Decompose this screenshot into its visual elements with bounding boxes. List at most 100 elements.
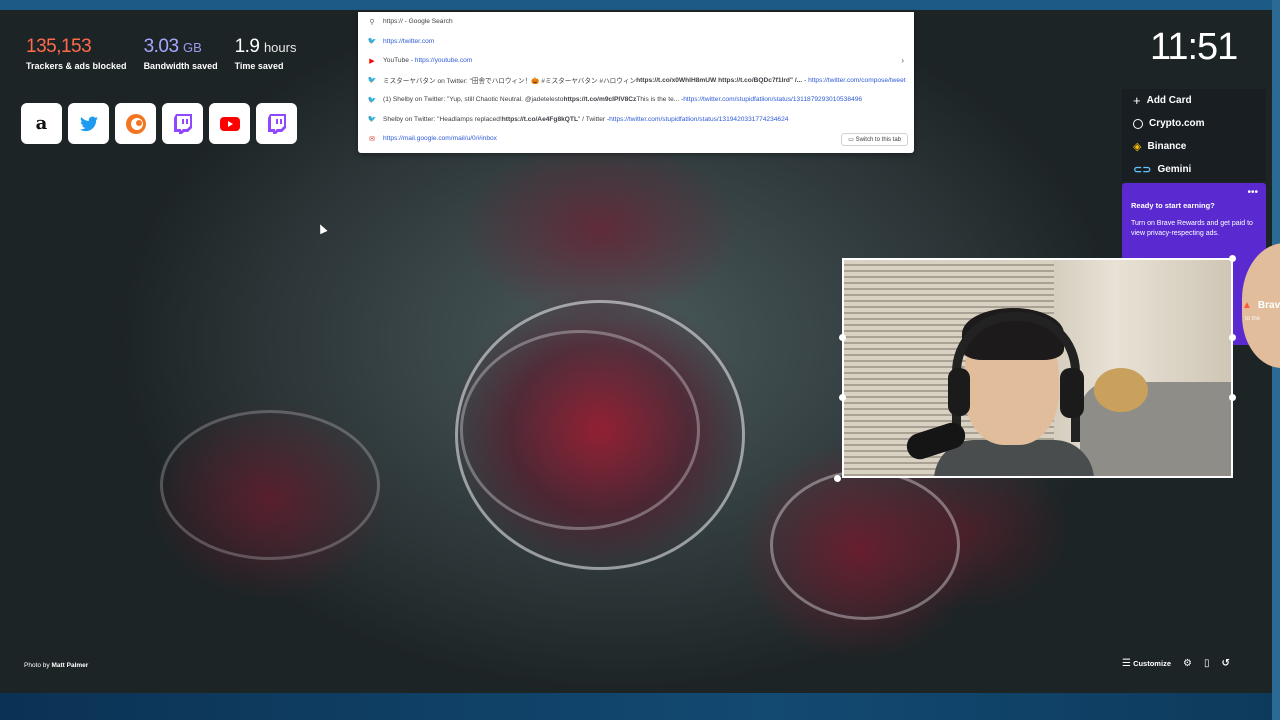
add-card-label: Add Card bbox=[1146, 95, 1192, 106]
flower-frost bbox=[770, 470, 960, 620]
customize-button[interactable]: ☰ Customize bbox=[1122, 658, 1171, 669]
suggestion-row[interactable]: 🐦 (1) Shelby on Twitter: "Yup, still Cha… bbox=[358, 90, 914, 110]
widget-label: Crypto.com bbox=[1149, 118, 1205, 129]
suggestion-match: https://t.co/Ae4Fg8kQTL bbox=[501, 115, 578, 123]
youtube-icon: ▶ bbox=[369, 57, 375, 65]
stat-value: 135,153 bbox=[26, 36, 92, 57]
widget-crypto-com[interactable]: Crypto.com bbox=[1122, 112, 1266, 135]
top-site-twitch[interactable] bbox=[162, 103, 203, 144]
resize-handle[interactable] bbox=[1229, 255, 1236, 262]
twitch-icon bbox=[173, 113, 192, 134]
history-icon[interactable]: ↺ bbox=[1221, 658, 1229, 669]
photo-credit-prefix: Photo by bbox=[24, 662, 52, 669]
window-top-strip bbox=[0, 0, 1280, 10]
suggestion-url: https://twitter.com/stupidfatlion/status… bbox=[683, 96, 863, 104]
switch-label: Switch to this tab bbox=[855, 137, 901, 143]
omnibox-suggestions: ⚲ https:// - Google Search 🐦 https://twi… bbox=[358, 12, 914, 153]
suggestion-row[interactable]: ✉ https://mail.google.com/mail/u/0/#inbo… bbox=[358, 129, 914, 149]
widget-label: Binance bbox=[1147, 141, 1187, 152]
resize-handle[interactable] bbox=[839, 334, 846, 341]
suggestion-text: YouTube - bbox=[383, 57, 413, 65]
suggestion-row[interactable]: 🐦 https://twitter.com bbox=[358, 32, 914, 52]
settings-gear-icon[interactable]: ⚙ bbox=[1183, 658, 1192, 669]
suggestion-row[interactable]: 🐦 Shelby on Twitter: "Headlamps replaced… bbox=[358, 110, 914, 130]
tab-icon: ▭ bbox=[848, 137, 854, 143]
suggestion-text: This is the te... - bbox=[636, 96, 684, 104]
widget-label: Gemini bbox=[1157, 164, 1192, 175]
resize-handle[interactable] bbox=[1229, 394, 1236, 401]
flower-frost bbox=[160, 410, 380, 560]
stat-label: Bandwidth saved bbox=[143, 61, 218, 71]
suggestion-url: https://twitter.com bbox=[383, 37, 435, 45]
suggestion-url: https://mail.google.com/mail/u/0/#inbox bbox=[383, 135, 497, 143]
suggestion-text: https:// - Google Search bbox=[383, 18, 453, 26]
binance-icon: ◈ bbox=[1133, 141, 1142, 153]
top-site-youtube[interactable] bbox=[209, 103, 250, 144]
stat-unit: GB bbox=[183, 40, 202, 55]
suggestion-row[interactable]: 🐦 ミスターヤバタン on Twitter: "田舎でハロウィン！🎃 #ミスター… bbox=[358, 71, 914, 91]
twitter-icon bbox=[79, 116, 98, 131]
rewards-title: Brave Rewards bbox=[1257, 300, 1280, 311]
suggestion-match: https://t.co/x0WhlH8mUW https://t.co/BQD… bbox=[636, 76, 803, 84]
chevron-right-icon[interactable]: › bbox=[901, 56, 904, 65]
bookmarks-icon[interactable]: ▯ bbox=[1204, 658, 1210, 669]
clock: 11:51 bbox=[1150, 26, 1238, 68]
photo-credit-author[interactable]: Matt Palmer bbox=[51, 662, 88, 669]
top-sites: a bbox=[21, 103, 297, 144]
rewards-question: Ready to start earning? bbox=[1131, 201, 1215, 210]
flower-frost bbox=[460, 330, 700, 530]
widget-gemini[interactable]: ⊂⊃ Gemini bbox=[1122, 158, 1266, 181]
brave-rewards-icon: ▲ bbox=[1242, 300, 1252, 311]
top-site-crunchyroll[interactable] bbox=[115, 103, 156, 144]
more-options-icon[interactable]: ••• bbox=[1247, 187, 1258, 198]
stuffed-animal bbox=[1094, 368, 1148, 412]
stat-label: Time saved bbox=[234, 61, 284, 71]
suggestion-url: https://twitter.com/stupidfatlion/status… bbox=[609, 115, 789, 123]
twitter-icon: 🐦 bbox=[367, 77, 377, 85]
headphone-cup bbox=[948, 368, 970, 416]
crypto-com-icon bbox=[1133, 118, 1143, 129]
twitter-icon: 🐦 bbox=[367, 116, 377, 124]
rewards-body: Turn on Brave Rewards and get paid to vi… bbox=[1131, 220, 1253, 237]
resize-handle[interactable] bbox=[839, 394, 846, 401]
top-site-twitter[interactable] bbox=[68, 103, 109, 144]
twitter-icon: 🐦 bbox=[367, 96, 377, 104]
mouse-cursor-icon bbox=[316, 222, 328, 235]
suggestion-text: " / Twitter - bbox=[577, 115, 610, 123]
stat-time: 1.9 hours Time saved bbox=[235, 36, 297, 71]
crunchyroll-icon bbox=[125, 113, 146, 134]
suggestion-row[interactable]: ⚲ https:// - Google Search bbox=[358, 12, 914, 32]
resize-handle[interactable] bbox=[834, 475, 841, 482]
suggestion-match: https://t.co/m9cIPIV8Cz bbox=[563, 96, 637, 104]
youtube-icon bbox=[219, 116, 240, 131]
stat-value: 3.03 bbox=[143, 36, 179, 57]
stat-value: 1.9 bbox=[234, 36, 260, 57]
headphone-cup bbox=[1060, 368, 1084, 418]
top-site-amazon[interactable]: a bbox=[21, 103, 62, 144]
stat-bandwidth: 3.03 GB Bandwidth saved bbox=[144, 36, 218, 71]
sliders-icon: ☰ bbox=[1122, 658, 1131, 669]
webcam-overlay[interactable] bbox=[842, 258, 1233, 478]
rewards-body-tail: to the bbox=[1244, 316, 1260, 322]
taskbar-strip bbox=[0, 693, 1280, 720]
suggestion-text: (1) Shelby on Twitter: "Yup, still Chaot… bbox=[383, 96, 564, 104]
amazon-icon: a bbox=[35, 113, 48, 134]
stat-unit: hours bbox=[263, 40, 297, 55]
widget-binance[interactable]: ◈ Binance bbox=[1122, 135, 1266, 158]
switch-to-tab-button[interactable]: ▭ Switch to this tab bbox=[841, 133, 908, 146]
photo-credit: Photo by Matt Palmer bbox=[24, 662, 88, 669]
twitch-icon bbox=[267, 113, 286, 134]
suggestion-row[interactable]: ▶ YouTube - https://youtube.com › bbox=[358, 51, 914, 71]
stat-trackers: 135,153 Trackers & ads blocked bbox=[26, 36, 127, 71]
suggestion-text: Shelby on Twitter: "Headlamps replaced! bbox=[383, 115, 502, 123]
customize-label: Customize bbox=[1133, 659, 1171, 668]
search-icon: ⚲ bbox=[369, 18, 375, 26]
stats-panel: 135,153 Trackers & ads blocked 3.03 GB B… bbox=[26, 36, 296, 71]
suggestion-url: https://youtube.com bbox=[414, 57, 473, 65]
suggestion-url: https://twitter.com/compose/tweet bbox=[808, 76, 906, 84]
top-site-twitch[interactable] bbox=[256, 103, 297, 144]
resize-handle[interactable] bbox=[1229, 334, 1236, 341]
bottom-toolbar: ☰ Customize ⚙ ▯ ↺ bbox=[1122, 658, 1230, 669]
gmail-icon: ✉ bbox=[369, 135, 375, 143]
add-card-button[interactable]: + Add Card bbox=[1122, 89, 1266, 112]
